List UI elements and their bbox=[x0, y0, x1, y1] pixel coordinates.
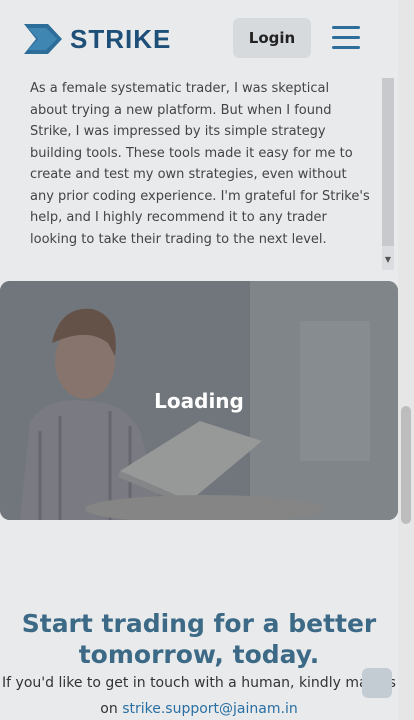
logo[interactable]: STRIKE bbox=[24, 24, 171, 55]
support-email-link[interactable]: strike.support@jainam.in bbox=[122, 701, 298, 717]
logo-text: STRIKE bbox=[70, 23, 172, 54]
hamburger-icon[interactable] bbox=[332, 26, 360, 50]
testimonial-scrollbar[interactable]: ▼ bbox=[382, 78, 394, 270]
cta-body: If you'd like to get in touch with a hum… bbox=[0, 670, 398, 720]
loading-label: Loading bbox=[154, 388, 244, 413]
strike-chevron-icon bbox=[24, 24, 62, 54]
scroll-to-top-button[interactable] bbox=[362, 668, 392, 698]
page-scroll-thumb[interactable] bbox=[401, 406, 411, 524]
login-button[interactable]: Login bbox=[233, 18, 311, 58]
cta-title: Start trading for a better tomorrow, tod… bbox=[21, 609, 377, 669]
page-scrollbar[interactable] bbox=[398, 0, 414, 720]
testimonial-text: As a female systematic trader, I was ske… bbox=[30, 81, 370, 247]
chevron-down-icon[interactable]: ▼ bbox=[382, 254, 394, 266]
site-header: STRIKE Login bbox=[0, 0, 398, 78]
testimonial-card: As a female systematic trader, I was ske… bbox=[0, 78, 398, 270]
testimonial-scroll-thumb[interactable] bbox=[382, 78, 394, 246]
page: STRIKE Login As a female systematic trad… bbox=[0, 0, 398, 720]
testimonial-video[interactable]: Loading bbox=[0, 281, 398, 520]
